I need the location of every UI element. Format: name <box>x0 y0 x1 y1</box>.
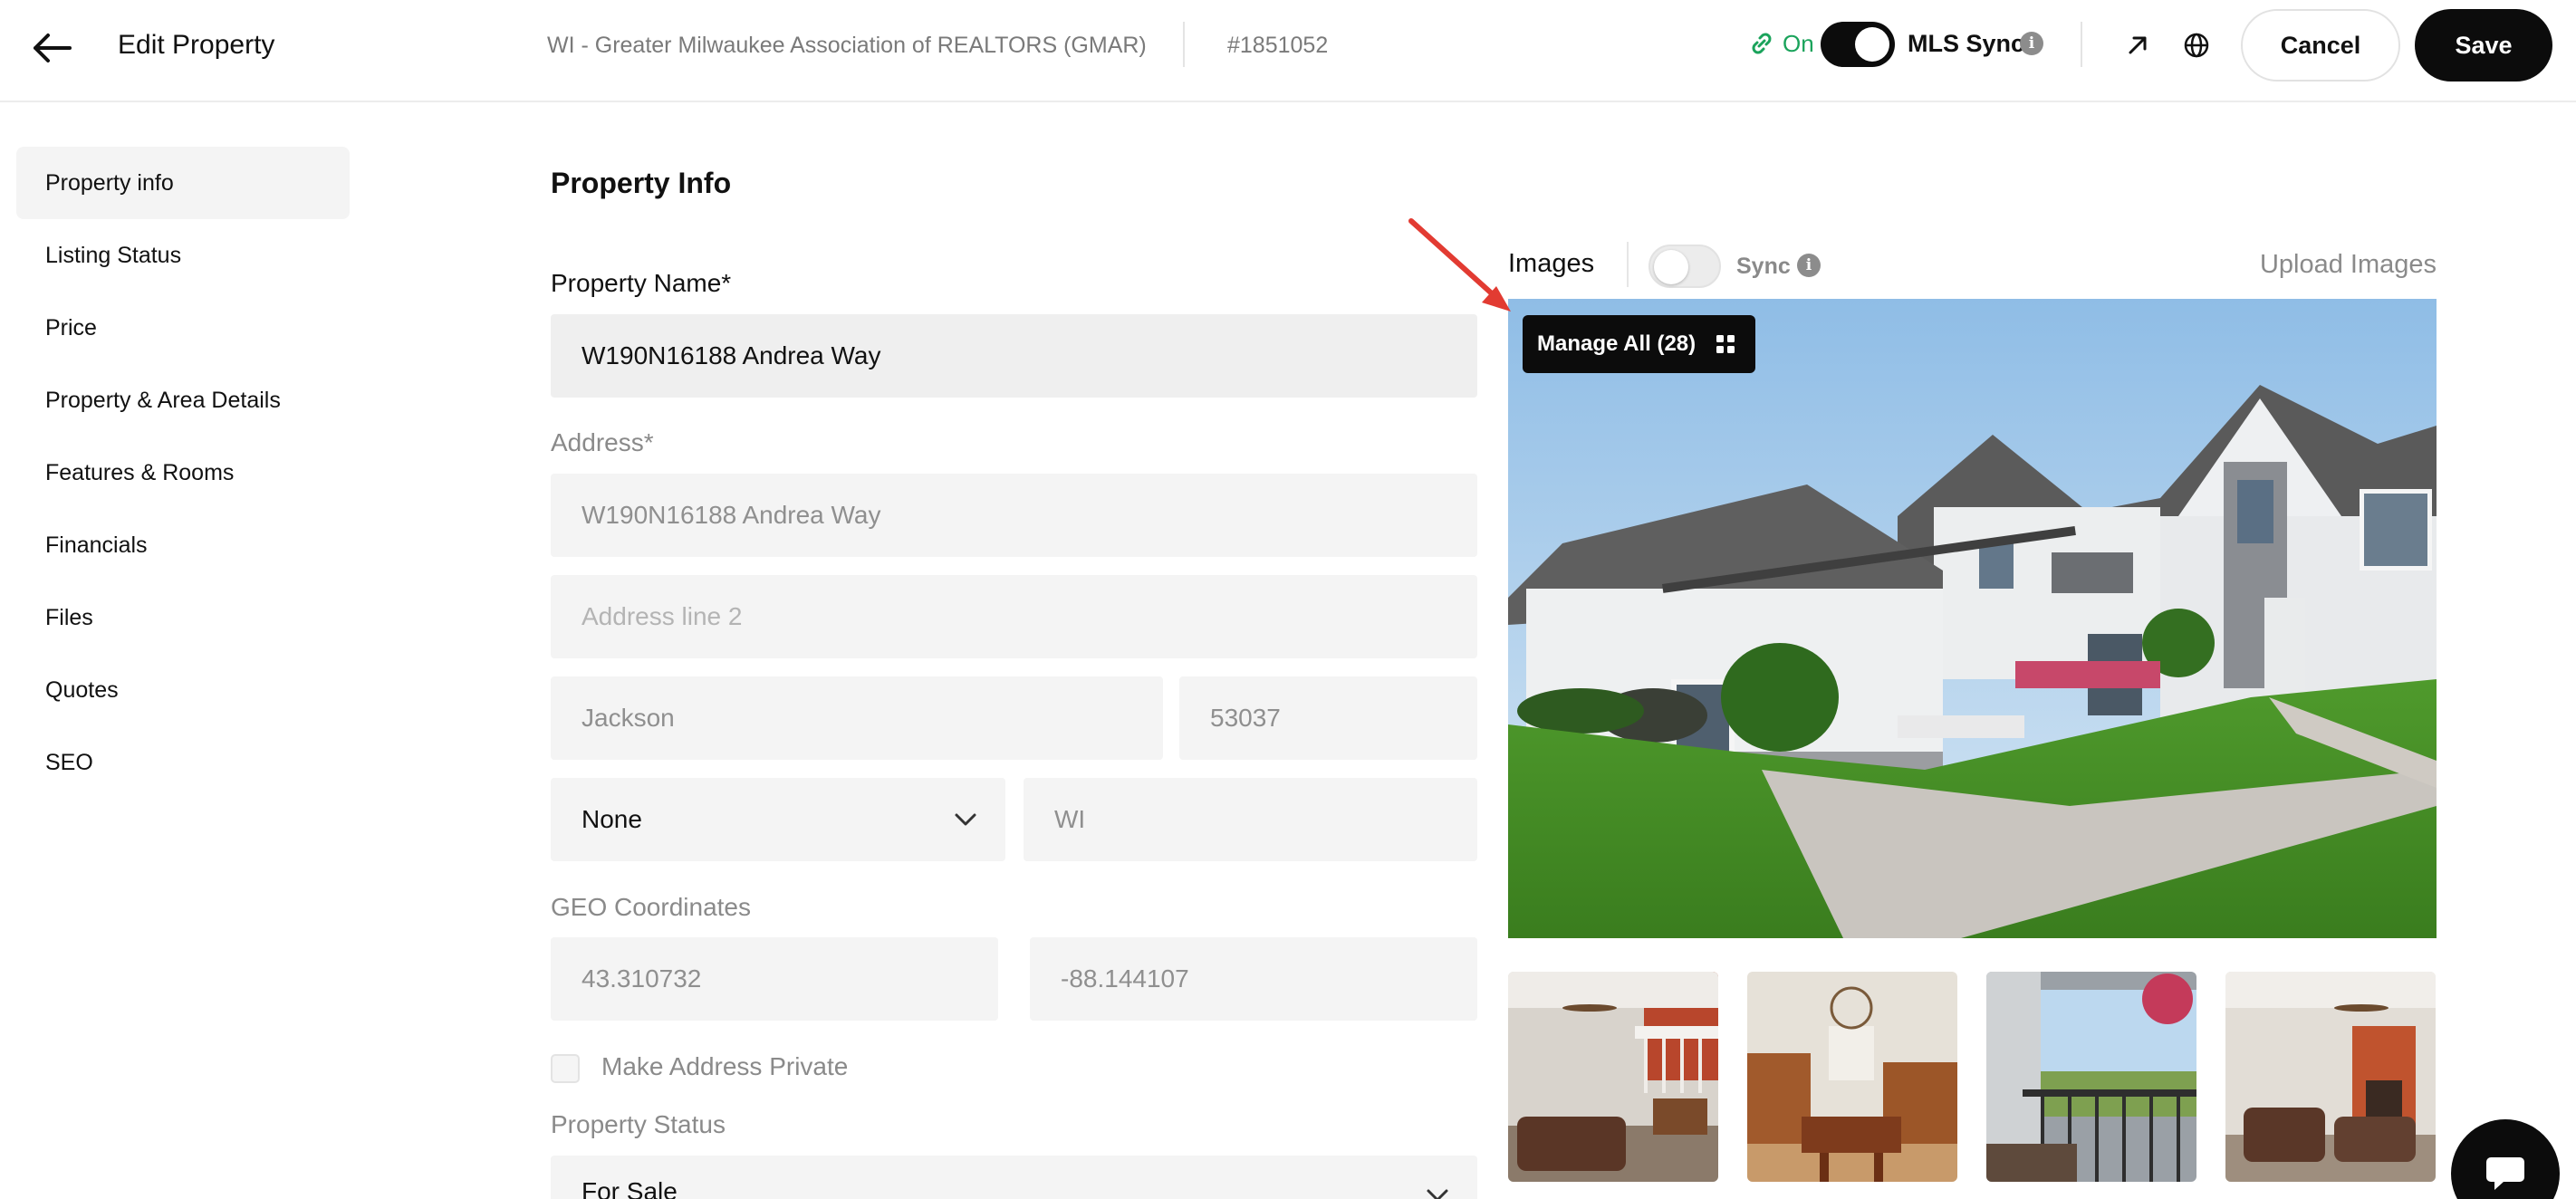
chevron-down-icon <box>955 813 976 826</box>
state-input[interactable]: WI <box>1024 778 1477 861</box>
photo-thumbnail[interactable] <box>2225 972 2436 1182</box>
sidebar-item-financials[interactable]: Financials <box>16 509 350 581</box>
address-line2-input[interactable]: Address line 2 <box>551 575 1477 658</box>
red-arrow-annotation <box>1408 218 1511 312</box>
header-divider <box>2081 22 2082 67</box>
photo-thumbnail[interactable] <box>1508 972 1718 1182</box>
property-status-label: Property Status <box>551 1110 726 1138</box>
top-header: Edit Property WI - Greater Milwaukee Ass… <box>0 0 2576 102</box>
sync-status: On <box>1748 27 1814 60</box>
zip-input[interactable]: 53037 <box>1179 676 1477 760</box>
sidebar-nav: Property info Listing Status Price Prope… <box>16 147 350 799</box>
link-icon <box>1752 33 1772 54</box>
chevron-down-icon <box>1427 1189 1448 1199</box>
property-name-label: Property Name* <box>551 269 732 297</box>
sidebar-item-listing-status[interactable]: Listing Status <box>16 219 350 292</box>
info-icon[interactable]: i <box>2020 32 2043 55</box>
sync-status-text: On <box>1783 30 1814 57</box>
sidebar-item-price[interactable]: Price <box>16 292 350 364</box>
house-photo <box>1508 299 2437 938</box>
latitude-input[interactable]: 43.310732 <box>551 937 998 1021</box>
info-icon[interactable]: i <box>1797 254 1821 277</box>
property-name-input[interactable]: W190N16188 Andrea Way <box>551 314 1477 398</box>
sidebar-item-property-area-details[interactable]: Property & Area Details <box>16 364 350 436</box>
property-status-select[interactable]: For Sale <box>551 1156 1477 1199</box>
sidebar-item-seo[interactable]: SEO <box>16 726 350 799</box>
county-select[interactable]: None <box>551 778 1005 861</box>
sidebar-item-quotes[interactable]: Quotes <box>16 654 350 726</box>
manage-all-label: Manage All (28) <box>1537 331 1697 356</box>
family-room-photo <box>2225 972 2436 1182</box>
images-divider <box>1627 242 1629 287</box>
arrow-left-icon <box>34 34 72 62</box>
header-divider <box>1183 22 1185 67</box>
mls-sync-toggle[interactable] <box>1821 22 1895 67</box>
property-status-value: For Sale <box>582 1177 678 1199</box>
sidebar-item-features-rooms[interactable]: Features & Rooms <box>16 436 350 509</box>
geo-coordinates-label: GEO Coordinates <box>551 893 751 921</box>
page-title: Edit Property <box>118 30 275 60</box>
photo-thumbnail[interactable] <box>1986 972 2196 1182</box>
manage-all-images-button[interactable]: Manage All (28) <box>1523 315 1756 373</box>
mls-sync-label: MLS Sync <box>1908 30 2025 57</box>
dining-room-photo <box>1747 972 1957 1182</box>
sidebar-item-property-info[interactable]: Property info <box>16 147 350 219</box>
photo-thumbnail[interactable] <box>1747 972 1957 1182</box>
globe-icon <box>2184 33 2209 58</box>
images-sync-toggle[interactable] <box>1648 245 1721 288</box>
balcony-photo <box>1986 972 2196 1182</box>
back-button[interactable] <box>29 25 74 71</box>
address-label: Address* <box>551 428 654 456</box>
mls-number: #1851052 <box>1227 33 1329 58</box>
city-input[interactable]: Jackson <box>551 676 1163 760</box>
section-title: Property Info <box>551 167 732 199</box>
upload-images-link[interactable]: Upload Images <box>2260 246 2437 283</box>
save-button[interactable]: Save <box>2415 9 2552 82</box>
globe-button[interactable] <box>2178 27 2215 63</box>
make-address-private-label: Make Address Private <box>601 1052 849 1080</box>
images-sync-label: Sync <box>1736 254 1791 279</box>
chat-button[interactable] <box>2451 1119 2560 1199</box>
chat-icon <box>2486 1157 2524 1190</box>
sidebar-item-files[interactable]: Files <box>16 581 350 654</box>
county-select-value: None <box>582 805 642 833</box>
longitude-input[interactable]: -88.144107 <box>1030 937 1477 1021</box>
address-line1-input[interactable]: W190N16188 Andrea Way <box>551 474 1477 557</box>
grid-icon <box>1716 335 1735 353</box>
open-external-button[interactable] <box>2119 27 2156 63</box>
cancel-button[interactable]: Cancel <box>2241 9 2400 82</box>
arrow-up-right-icon <box>2129 36 2147 54</box>
living-room-photo <box>1508 972 1718 1182</box>
make-address-private-checkbox[interactable] <box>551 1054 580 1083</box>
hero-property-photo[interactable] <box>1508 299 2437 938</box>
mls-association: WI - Greater Milwaukee Association of RE… <box>547 33 1147 58</box>
